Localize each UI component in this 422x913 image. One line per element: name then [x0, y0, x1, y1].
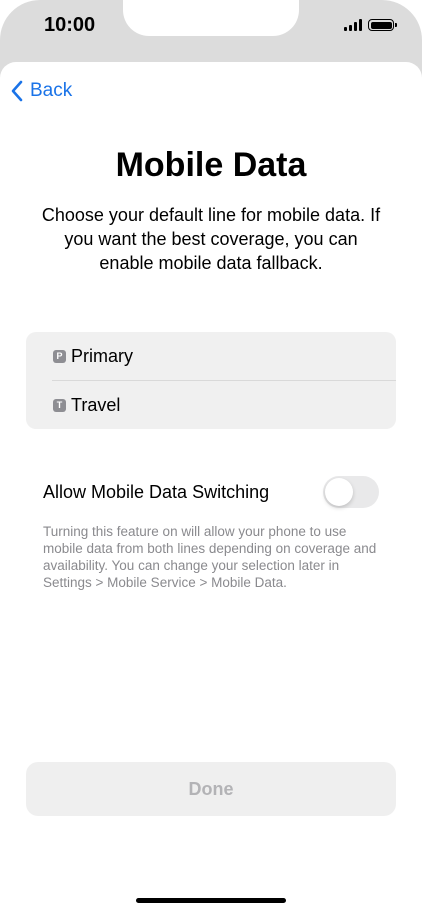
line-badge-icon: P: [53, 349, 66, 363]
line-list: P Primary T Travel: [26, 332, 396, 429]
signal-icon: [344, 19, 362, 31]
mobile-data-sheet: Back Mobile Data Choose your default lin…: [0, 62, 422, 913]
page-subtitle: Choose your default line for mobile data…: [41, 205, 381, 273]
status-icons: [344, 17, 397, 33]
data-switching-toggle[interactable]: [323, 476, 379, 508]
chevron-left-icon: [11, 80, 23, 102]
status-time: 10:00: [44, 14, 96, 36]
toggle-knob: [325, 478, 353, 506]
line-item-travel[interactable]: T Travel: [26, 381, 396, 429]
home-indicator: [136, 898, 286, 903]
data-switching-label: Allow Mobile Data Switching: [43, 482, 270, 502]
line-label: Travel: [71, 394, 121, 415]
done-button[interactable]: Done: [26, 762, 396, 816]
notch: [123, 0, 299, 36]
line-item-primary[interactable]: P Primary: [26, 332, 396, 380]
back-button[interactable]: Back: [10, 80, 72, 102]
line-label: Primary: [71, 345, 133, 366]
data-switching-footnote: Turning this feature on will allow your …: [43, 524, 377, 590]
page-title: Mobile Data: [115, 146, 307, 184]
back-label: Back: [30, 80, 73, 101]
battery-icon: [368, 19, 397, 31]
line-badge-icon: T: [53, 398, 66, 412]
